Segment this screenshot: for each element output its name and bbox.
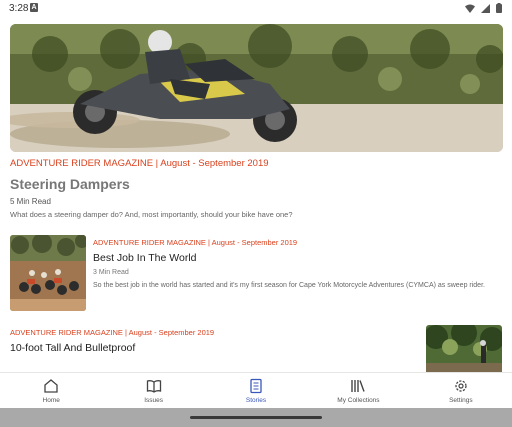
stories-list[interactable]: ADVENTURE RIDER MAGAZINE | August - Sept… bbox=[0, 17, 512, 372]
nav-issues-label: Issues bbox=[144, 397, 163, 404]
bottom-navigation: Home Issues Stories My Collections Setti… bbox=[0, 372, 512, 408]
dirt-bikes-photo bbox=[10, 235, 86, 311]
system-gesture-bar bbox=[0, 408, 512, 427]
story-thumbnail[interactable] bbox=[10, 235, 86, 311]
nav-settings-label: Settings bbox=[449, 397, 473, 404]
story-read-time: 3 Min Read bbox=[93, 269, 129, 276]
gesture-handle[interactable] bbox=[190, 416, 322, 419]
gear-icon bbox=[455, 380, 467, 392]
nav-collections-label: My Collections bbox=[337, 397, 380, 404]
motorcycle-photo bbox=[10, 24, 503, 152]
battery-icon bbox=[496, 3, 502, 13]
nav-settings[interactable]: Settings bbox=[410, 373, 512, 408]
story-publication: ADVENTURE RIDER MAGAZINE | August - Sept… bbox=[10, 328, 215, 337]
story-title[interactable]: 10-foot Tall And Bulletproof bbox=[10, 342, 135, 354]
featured-story-description: What does a steering damper do? And, mos… bbox=[10, 210, 293, 219]
featured-story-publication: ADVENTURE RIDER MAGAZINE | August - Sept… bbox=[10, 158, 269, 169]
home-icon bbox=[44, 379, 58, 393]
featured-story-title[interactable]: Steering Dampers bbox=[10, 176, 130, 192]
book-icon bbox=[146, 380, 161, 393]
nav-home[interactable]: Home bbox=[0, 373, 102, 408]
story-description: So the best job in the world has started… bbox=[93, 282, 485, 289]
status-time: 3:28 bbox=[9, 3, 29, 14]
notification-badge: A bbox=[30, 3, 38, 12]
nav-stories[interactable]: Stories bbox=[205, 373, 307, 408]
status-bar: 3:28 A bbox=[0, 0, 512, 17]
nav-collections[interactable]: My Collections bbox=[307, 373, 409, 408]
story-title[interactable]: Best Job In The World bbox=[93, 252, 197, 264]
nav-issues[interactable]: Issues bbox=[102, 373, 204, 408]
featured-story-read-time: 5 Min Read bbox=[10, 197, 51, 206]
featured-story-image[interactable] bbox=[10, 24, 503, 152]
forest-rider-photo bbox=[426, 325, 502, 372]
collections-icon bbox=[351, 380, 366, 392]
story-thumbnail[interactable] bbox=[426, 325, 502, 372]
nav-stories-label: Stories bbox=[245, 397, 267, 404]
document-icon bbox=[250, 378, 262, 394]
signal-icon bbox=[481, 3, 490, 13]
wifi-icon bbox=[465, 4, 475, 13]
nav-home-label: Home bbox=[42, 397, 60, 404]
story-publication: ADVENTURE RIDER MAGAZINE | August - Sept… bbox=[93, 238, 298, 247]
status-icons bbox=[465, 3, 502, 13]
